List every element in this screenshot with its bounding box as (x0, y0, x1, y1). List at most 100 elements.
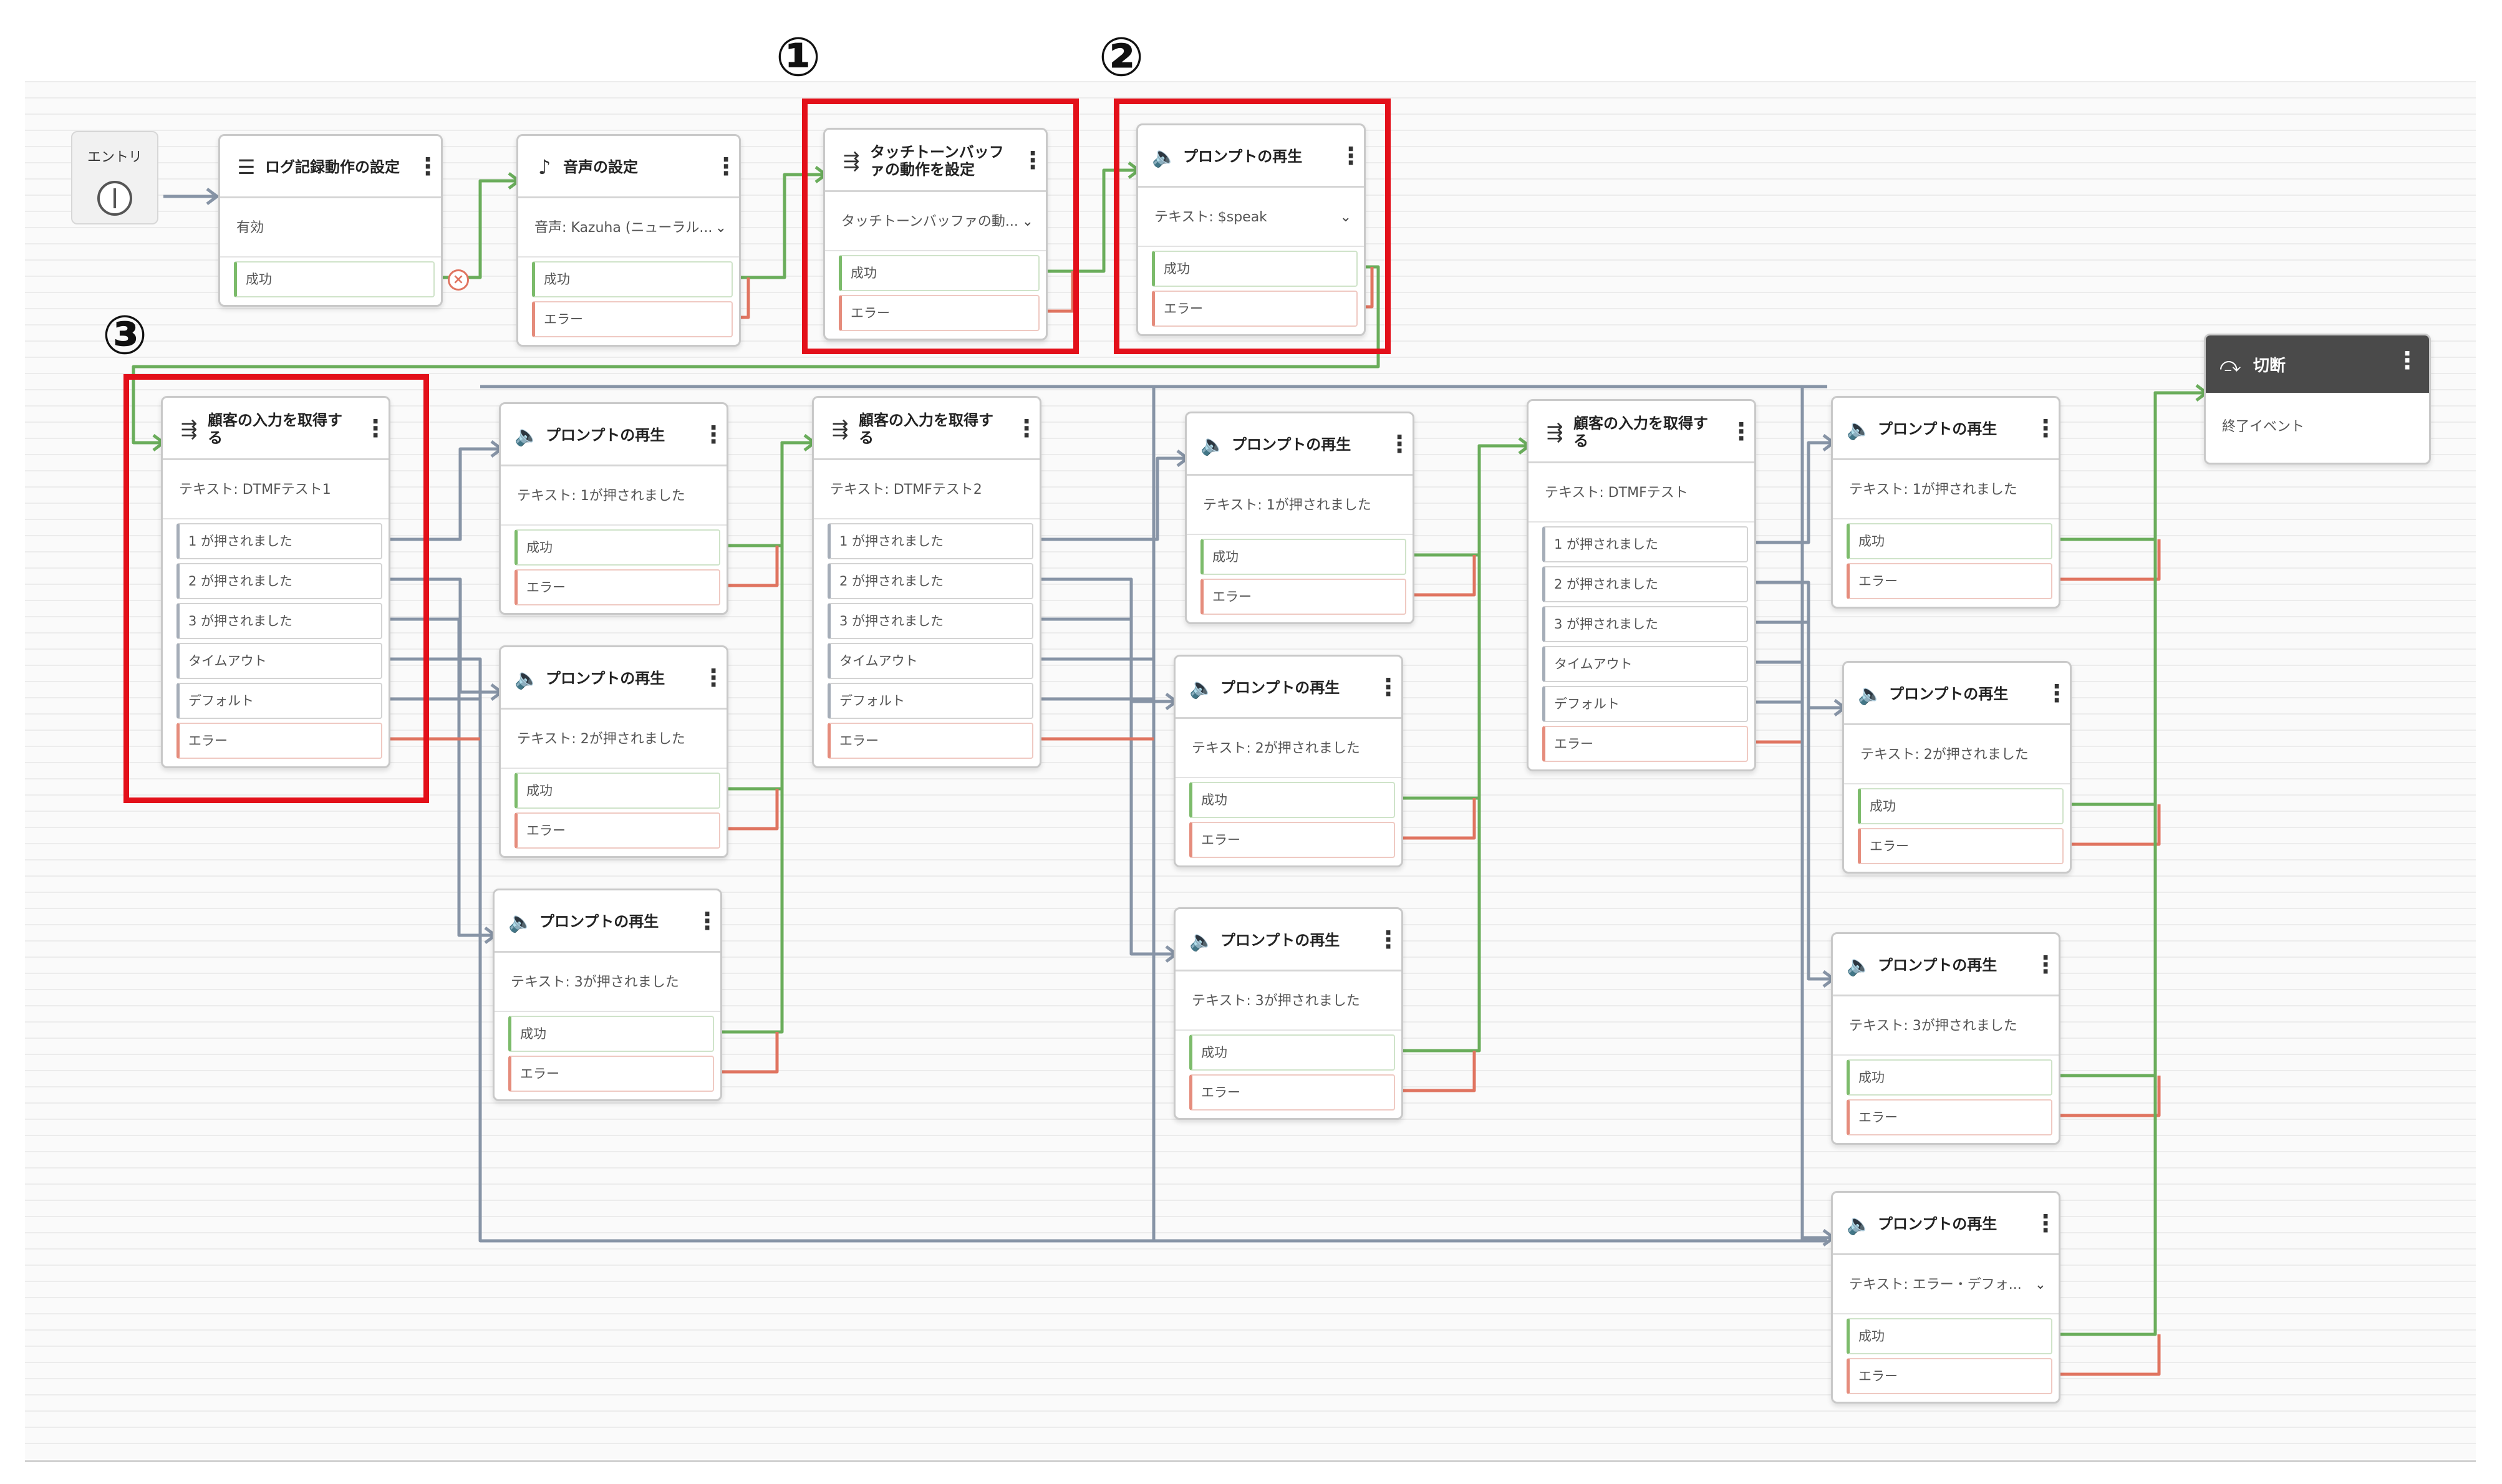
highlight-box-1 (802, 99, 1079, 354)
branch-ok[interactable]: 成功 (508, 1016, 714, 1052)
branch-err[interactable]: エラー (514, 569, 720, 605)
node-logging[interactable]: ☰ ログ記録動作の設定 ⋮ 有効 成功 (218, 134, 443, 307)
branch-opt[interactable]: タイムアウト (828, 643, 1033, 679)
node-p3-1[interactable]: 🔈 プロンプトの再生 ⋮ テキスト: 1が押されました 成功 エラー (1831, 396, 2060, 609)
branch-ok[interactable]: 成功 (1189, 782, 1395, 818)
branch-ok[interactable]: 成功 (1858, 788, 2064, 824)
menu-icon[interactable]: ⋮ (695, 905, 719, 937)
error-connector-icon[interactable]: × (448, 269, 469, 291)
speaker-icon: 🔈 (1858, 682, 1883, 706)
node-body-text: テキスト: 1が押されました (1203, 498, 1371, 513)
branch-ok[interactable]: 成功 (234, 261, 435, 297)
node-header: ♪ 音声の設定 ⋮ (518, 136, 739, 198)
branch-err[interactable]: エラー (1189, 822, 1395, 858)
node-body: テキスト: 1が押されました (501, 466, 727, 526)
node-header: 🔈 プロンプトの再生 ⋮ (1833, 1193, 2059, 1255)
branch-err[interactable]: エラー (1542, 726, 1748, 762)
branch-opt[interactable]: 2 が押されました (828, 563, 1033, 599)
menu-icon[interactable]: ⋮ (1729, 416, 1753, 447)
node-body: テキスト: 2が押されました (1176, 719, 1401, 778)
menu-icon[interactable]: ⋮ (2395, 347, 2419, 374)
node-body-text: テキスト: 3が押されました (511, 975, 679, 990)
branch-err[interactable]: エラー (1847, 1358, 2052, 1394)
branch-ok[interactable]: 成功 (1847, 1059, 2052, 1096)
node-body-text: 音声: Kazuha (ニューラル... (534, 220, 713, 236)
node-p1-2[interactable]: 🔈 プロンプトの再生 ⋮ テキスト: 2が押されました 成功 エラー (499, 645, 728, 858)
branch-ok[interactable]: 成功 (532, 261, 733, 297)
branch-opt[interactable]: 3 が押されました (828, 603, 1033, 639)
branch-err[interactable]: エラー (508, 1056, 714, 1092)
menu-icon[interactable]: ⋮ (714, 151, 738, 182)
node-p1-1[interactable]: 🔈 プロンプトの再生 ⋮ テキスト: 1が押されました 成功 エラー (499, 402, 728, 615)
menu-icon[interactable]: ⋮ (702, 662, 725, 693)
node-body-text: テキスト: 2が押されました (1860, 747, 2029, 763)
node-title: プロンプトの再生 (546, 670, 665, 687)
disconnect-node-body: 終了イベント (2222, 419, 2305, 435)
node-voice[interactable]: ♪ 音声の設定 ⋮ 音声: Kazuha (ニューラル... ⌄ 成功 エラー (516, 134, 741, 347)
menu-icon[interactable]: ⋮ (2034, 1208, 2057, 1239)
branch-err[interactable]: エラー (514, 812, 720, 849)
menu-icon[interactable]: ⋮ (2034, 949, 2057, 980)
branch-ok[interactable]: 成功 (514, 773, 720, 809)
node-title: プロンプトの再生 (1220, 679, 1340, 696)
branch-err[interactable]: エラー (1847, 1099, 2052, 1135)
node-title: 顧客の入力を取得する (859, 412, 993, 446)
branch-opt[interactable]: タイムアウト (1542, 646, 1748, 682)
branch-opt[interactable]: 2 が押されました (1542, 566, 1748, 602)
node-title: プロンプトの再生 (1220, 932, 1340, 949)
menu-icon[interactable]: ⋮ (1376, 924, 1400, 955)
node-p2-1[interactable]: 🔈 プロンプトの再生 ⋮ テキスト: 1が押されました 成功 エラー (1185, 412, 1414, 624)
node-p3-2[interactable]: 🔈 プロンプトの再生 ⋮ テキスト: 2が押されました 成功 エラー (1842, 661, 2072, 874)
node-body[interactable]: 音声: Kazuha (ニューラル... ⌄ (518, 198, 739, 258)
branch-opt[interactable]: 3 が押されました (1542, 606, 1748, 642)
menu-icon[interactable]: ⋮ (1015, 413, 1038, 444)
menu-icon[interactable]: ⋮ (1388, 428, 1411, 460)
node-p3-3[interactable]: 🔈 プロンプトの再生 ⋮ テキスト: 3が押されました 成功 エラー (1831, 932, 2060, 1145)
branch-err[interactable]: エラー (1847, 563, 2052, 599)
branch-ok[interactable]: 成功 (514, 529, 720, 566)
node-p2-2[interactable]: 🔈 プロンプトの再生 ⋮ テキスト: 2が押されました 成功 エラー (1174, 655, 1403, 867)
branch-opt[interactable]: 1 が押されました (1542, 526, 1748, 562)
speaker-icon: 🔈 (1847, 953, 1872, 977)
speaker-icon: 🔈 (1847, 1212, 1872, 1236)
node-p1-3[interactable]: 🔈 プロンプトの再生 ⋮ テキスト: 3が押されました成功エラー (493, 889, 722, 1101)
branch-ok[interactable]: 成功 (1847, 523, 2052, 559)
branch-err[interactable]: エラー (1189, 1074, 1395, 1111)
entry-node[interactable]: エントリ (71, 131, 158, 224)
branch-ok[interactable]: 成功 (1189, 1034, 1395, 1071)
branch-ok[interactable]: 成功 (1200, 539, 1406, 575)
node-body[interactable]: テキスト: エラー・デフォ... ⌄ (1833, 1255, 2059, 1314)
input-icon: ⇶ (831, 417, 849, 441)
node-body: テキスト: 1が押されました (1833, 460, 2059, 519)
menu-icon[interactable]: ⋮ (2045, 678, 2069, 709)
branch-opt[interactable]: デフォルト (1542, 686, 1748, 722)
canvas-bottom-border (25, 1460, 2476, 1462)
node-body-text: テキスト: 1が押されました (517, 488, 685, 504)
chevron-down-icon[interactable]: ⌄ (715, 198, 727, 256)
node-p2-3[interactable]: 🔈 プロンプトの再生 ⋮ テキスト: 3が押されました 成功 エラー (1174, 907, 1403, 1120)
node-body: テキスト: 1が押されました (1187, 476, 1413, 535)
branch-opt[interactable]: デフォルト (828, 683, 1033, 719)
branch-err[interactable]: エラー (1200, 579, 1406, 615)
node-input2[interactable]: ⇶ 顧客の入力を取得する ⋮ テキスト: DTMFテスト2 1 が押されました 2 が押さ… (812, 396, 1041, 768)
marker-2: ② (1098, 26, 1144, 89)
branch-err[interactable]: エラー (828, 723, 1033, 759)
node-body-text: テキスト: エラー・デフォ... (1849, 1277, 2022, 1293)
disconnect-node[interactable]: ⤼ 切断 ⋮ 終了イベント (2204, 334, 2431, 465)
node-header: 🔈 プロンプトの再生 ⋮ (495, 890, 720, 953)
menu-icon[interactable]: ⋮ (2034, 413, 2057, 444)
node-input3[interactable]: ⇶ 顧客の入力を取得する ⋮ テキスト: DTMFテスト 1 が押されました 2 が押され… (1527, 399, 1756, 771)
node-header: 🔈 プロンプトの再生 ⋮ (1176, 657, 1401, 719)
speaker-icon: 🔈 (514, 423, 539, 447)
branch-opt[interactable]: 1 が押されました (828, 523, 1033, 559)
node-body-text: テキスト: 2が押されました (1192, 741, 1360, 756)
branch-err[interactable]: エラー (532, 301, 733, 337)
chevron-down-icon[interactable]: ⌄ (2035, 1255, 2046, 1313)
branch-err[interactable]: エラー (1858, 828, 2064, 864)
menu-icon[interactable]: ⋮ (1376, 672, 1400, 703)
settings-icon: ☰ (237, 155, 256, 179)
node-p-error[interactable]: 🔈 プロンプトの再生 ⋮ テキスト: エラー・デフォ... ⌄ 成功エラー (1831, 1191, 2060, 1404)
menu-icon[interactable]: ⋮ (416, 151, 440, 182)
branch-ok[interactable]: 成功 (1847, 1318, 2052, 1354)
menu-icon[interactable]: ⋮ (702, 419, 725, 450)
